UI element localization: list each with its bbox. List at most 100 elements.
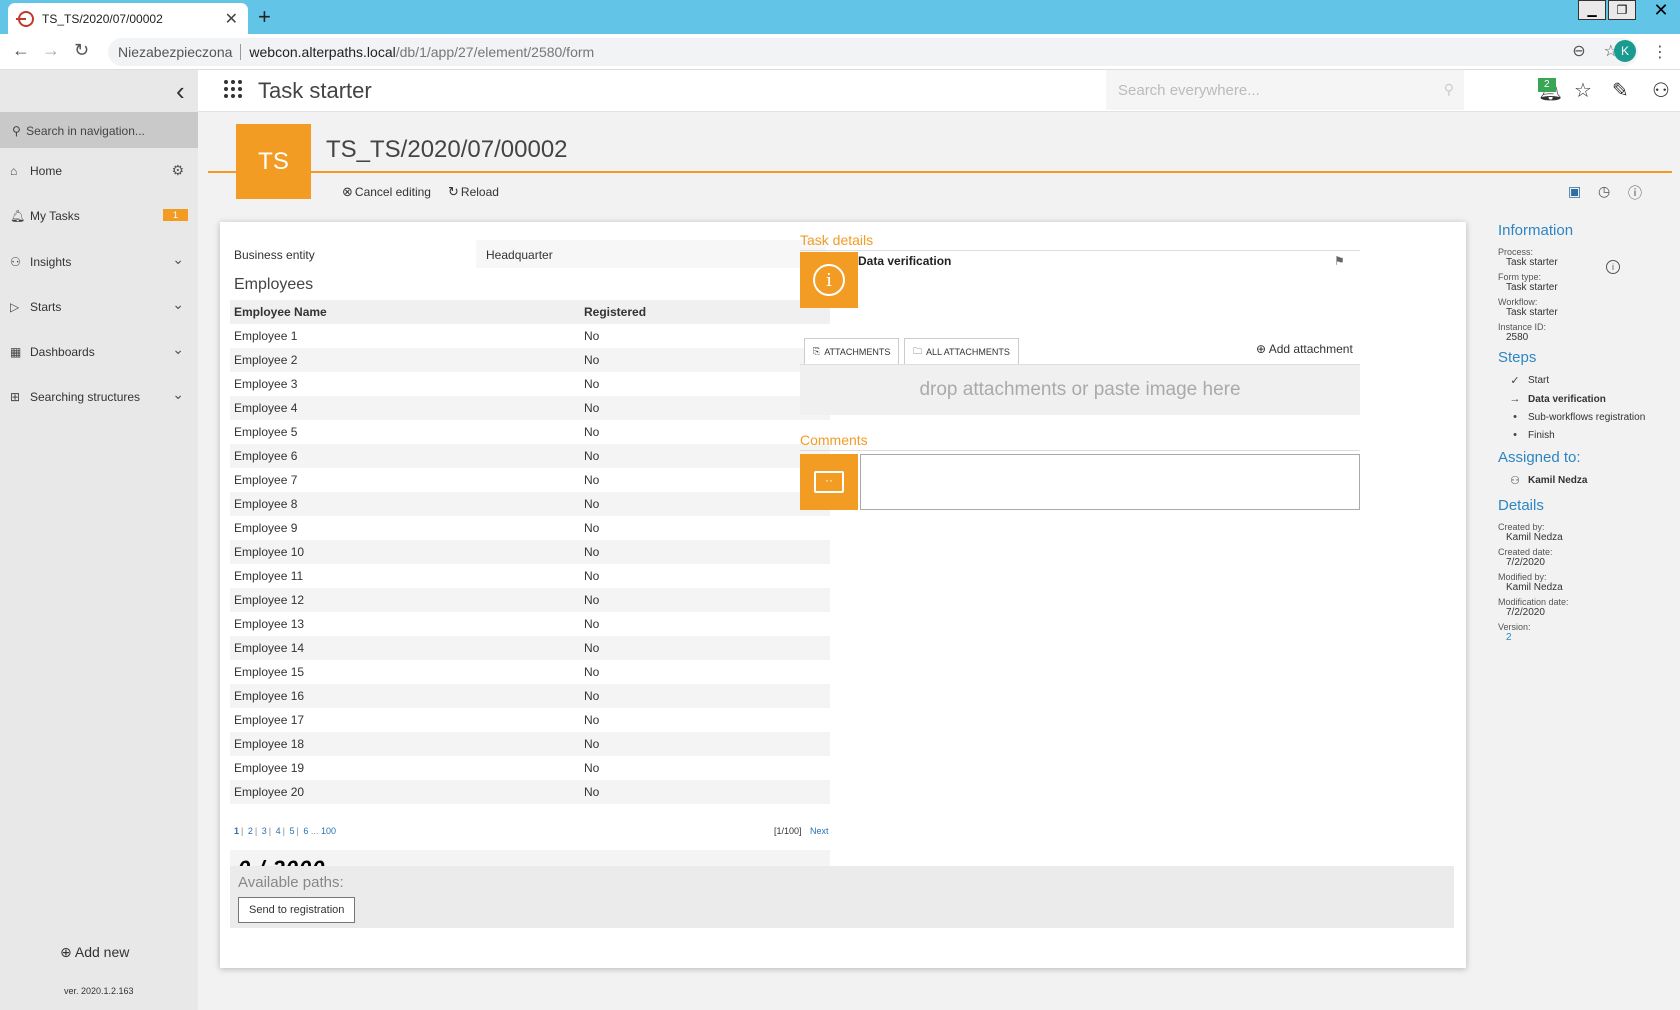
navigation-search-input[interactable]: ⚲ Search in navigation...	[0, 112, 198, 148]
table-row[interactable]: Employee 1 No	[230, 324, 830, 348]
back-icon[interactable]: ←	[12, 40, 30, 61]
history-clock-icon[interactable]: ◷	[1598, 183, 1610, 200]
step-label: Start	[1528, 375, 1550, 386]
chevron-down-icon[interactable]: ⌄	[172, 341, 184, 358]
cancel-editing-button[interactable]: ⊗ Cancel editing	[342, 184, 431, 200]
edit-report-icon[interactable]: ✎	[1612, 78, 1629, 103]
app-launcher-icon[interactable]	[224, 80, 242, 98]
excel-export-icon[interactable]: ▣	[1568, 183, 1581, 200]
table-row[interactable]: Employee 9 No	[230, 516, 830, 540]
page-link[interactable]: 5	[290, 826, 295, 836]
table-row[interactable]: Employee 14 No	[230, 636, 830, 660]
task-info-tile: i	[800, 252, 858, 308]
table-row[interactable]: Employee 2 No	[230, 348, 830, 372]
sidebar-item-my-tasks[interactable]: 🔔︎ My Tasks 1	[0, 201, 198, 231]
registered-cell: No	[584, 761, 600, 775]
section-divider	[800, 450, 1360, 451]
restore-icon[interactable]: ❐	[1608, 0, 1636, 20]
insecure-label: Niezabezpieczona	[118, 44, 242, 60]
collapse-sidebar-icon[interactable]: ‹	[176, 76, 185, 107]
flag-icon[interactable]: ⚑	[1334, 254, 1345, 268]
chevron-down-icon[interactable]: ⌄	[172, 296, 184, 313]
step-item: • Sub-workflows registration	[1498, 411, 1678, 423]
comment-textarea[interactable]	[860, 454, 1360, 510]
sidebar-item-insights[interactable]: ⚇ Insights ⌄	[0, 247, 198, 277]
page-link[interactable]: 6	[303, 826, 308, 836]
registered-cell: No	[584, 473, 600, 487]
global-search-input[interactable]: Search everywhere... ⚲	[1106, 70, 1464, 110]
add-attachment-button[interactable]: ⊕ Add attachment	[1256, 342, 1353, 356]
page-link[interactable]: 4	[276, 826, 281, 836]
tab-all-attachments[interactable]: 🗀 ALL ATTACHMENTS	[904, 338, 1019, 364]
page-link-last[interactable]: 100	[321, 826, 336, 836]
column-header-registered[interactable]: Registered	[584, 300, 830, 324]
employees-grid: Employee Name Registered Employee 1 No Emp…	[230, 300, 830, 804]
version-value[interactable]: 2	[1498, 632, 1678, 643]
favorites-star-icon[interactable]: ☆	[1574, 78, 1592, 103]
info-icon[interactable]: ⓘ	[1628, 183, 1642, 203]
table-row[interactable]: Employee 3 No	[230, 372, 830, 396]
table-row[interactable]: Employee 16 No	[230, 684, 830, 708]
url-field[interactable]: i Niezabezpieczona webcon.alterpaths.loc…	[108, 38, 1638, 274]
table-row[interactable]: Employee 17 No	[230, 708, 830, 732]
sidebar-item-label: Searching structures	[30, 390, 141, 404]
table-row[interactable]: Employee 4 No	[230, 396, 830, 420]
chevron-down-icon[interactable]: ⌄	[172, 251, 184, 268]
gear-icon[interactable]: ⚙	[171, 162, 184, 179]
reload-button[interactable]: ↻ Reload	[448, 184, 499, 200]
chevron-down-icon[interactable]: ⌄	[172, 386, 184, 403]
table-row[interactable]: Employee 11 No	[230, 564, 830, 588]
table-row[interactable]: Employee 15 No	[230, 660, 830, 684]
registered-cell: No	[584, 588, 830, 612]
sidebar-item-label: Starts	[30, 300, 62, 314]
version-label: ver. 2020.1.2.163	[64, 986, 134, 996]
add-new-button[interactable]: ⊕ Add new	[60, 944, 129, 961]
page-ellipsis: ...	[310, 826, 319, 836]
tab-all-attachments-label: ALL ATTACHMENTS	[926, 346, 1010, 357]
page-link[interactable]: 2	[248, 826, 253, 836]
sidebar-item-dashboards[interactable]: ▦ Dashboards ⌄	[0, 337, 198, 367]
close-tab-icon[interactable]: ✕	[225, 9, 238, 29]
page-link-current[interactable]: 1	[234, 826, 239, 836]
search-icon[interactable]: ⚲	[1444, 81, 1454, 98]
user-profile-icon[interactable]: ⚇	[1652, 78, 1670, 103]
sidebar-item-home[interactable]: ⌂ Home ⚙	[0, 156, 198, 186]
table-row[interactable]: Employee 20 No	[230, 780, 830, 804]
attachment-drop-zone[interactable]: drop attachments or paste image here	[800, 365, 1360, 415]
business-entity-field[interactable]: Headquarter	[476, 240, 826, 268]
table-row[interactable]: Employee 19 No	[230, 756, 830, 780]
table-row[interactable]: Employee 10 No	[230, 540, 830, 564]
sidebar-item-label: My Tasks	[30, 209, 80, 223]
send-to-registration-button[interactable]: Send to registration	[238, 897, 356, 923]
table-row[interactable]: Employee 18 No	[230, 732, 830, 756]
forward-icon[interactable]: →	[42, 40, 60, 61]
column-header-employee-name[interactable]: Employee Name	[230, 300, 584, 324]
next-page-link[interactable]: Next	[810, 826, 829, 836]
zoom-icon[interactable]: ⊖	[1572, 41, 1585, 61]
registered-cell: No	[584, 540, 830, 564]
sidebar-item-searching-structures[interactable]: ⊞ Searching structures ⌄	[0, 382, 198, 412]
cancel-circle-icon: ⊗	[342, 184, 353, 199]
table-row[interactable]: Employee 12 No	[230, 588, 830, 612]
tab-attachments[interactable]: ⎘ ATTACHMENTS	[804, 338, 900, 364]
browser-tab[interactable]: TS_TS/2020/07/00002 ✕	[8, 3, 248, 34]
profile-avatar[interactable]: K	[1614, 40, 1636, 62]
new-tab-icon[interactable]: +	[258, 4, 271, 30]
table-row[interactable]: Employee 13 No	[230, 612, 830, 636]
reload-page-icon[interactable]: ↻	[74, 40, 89, 61]
window-close-icon[interactable]: ✕	[1638, 0, 1680, 20]
information-panel: Information Process: Task starter Form t…	[1498, 222, 1678, 643]
tasks-count-badge: 1	[162, 209, 188, 221]
arrow-right-icon: →	[1509, 393, 1521, 405]
table-row[interactable]: Employee 6 No	[230, 444, 830, 468]
tab-attachments-label: ATTACHMENTS	[824, 346, 891, 357]
page-link[interactable]: 3	[262, 826, 267, 836]
browser-menu-icon[interactable]: ⋮	[1652, 42, 1668, 62]
table-row[interactable]: Employee 7 No	[230, 468, 830, 492]
table-row[interactable]: Employee 5 No	[230, 420, 830, 444]
minimize-icon[interactable]: ▁	[1578, 0, 1606, 20]
page-position: [1/100]	[774, 826, 802, 836]
sidebar-item-starts[interactable]: ▷ Starts ⌄	[0, 292, 198, 322]
address-bar: ← → ↻ i Niezabezpieczona webcon.alterpat…	[0, 34, 1680, 274]
table-row[interactable]: Employee 8 No	[230, 492, 830, 516]
